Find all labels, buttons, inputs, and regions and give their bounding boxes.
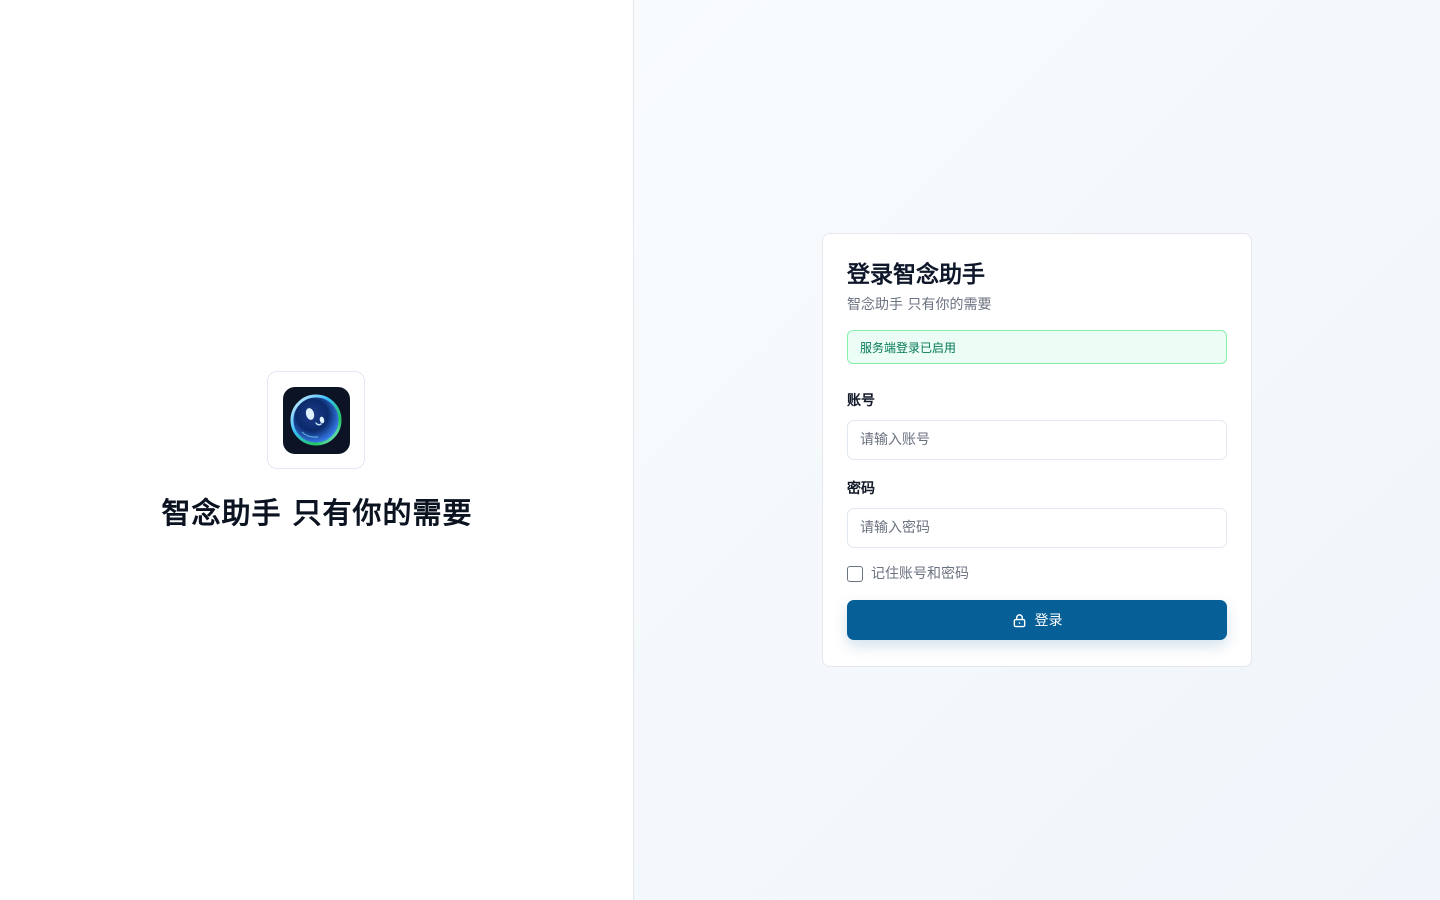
login-title: 登录智念助手 <box>847 262 985 288</box>
brand-panel: 智念助手 只有你的需要 <box>0 0 634 900</box>
login-button[interactable]: 登录 <box>847 600 1227 640</box>
login-button-label: 登录 <box>1034 613 1063 629</box>
bubble-eye-logo-icon <box>282 386 350 454</box>
remember-row[interactable]: 记住账号和密码 <box>847 566 1227 582</box>
login-panel: 登录智念助手 智念助手 只有你的需要 服务端登录已启用 账号 密码 记住账号和密… <box>634 0 1440 900</box>
lock-icon <box>1012 613 1027 628</box>
login-card: 登录智念助手 智念助手 只有你的需要 服务端登录已启用 账号 密码 记住账号和密… <box>822 233 1252 667</box>
password-input[interactable] <box>847 508 1227 548</box>
login-subtitle: 智念助手 只有你的需要 <box>847 297 992 313</box>
brand-tagline: 智念助手 只有你的需要 <box>161 496 473 530</box>
account-input[interactable] <box>847 420 1227 460</box>
account-label: 账号 <box>847 393 875 409</box>
remember-label[interactable]: 记住账号和密码 <box>871 566 969 582</box>
password-label: 密码 <box>847 481 875 497</box>
login-page: 智念助手 只有你的需要 登录智念助手 智念助手 只有你的需要 服务端登录已启用 … <box>0 0 1440 900</box>
remember-checkbox[interactable] <box>847 566 863 582</box>
app-logo <box>267 371 365 469</box>
status-alert: 服务端登录已启用 <box>847 330 1227 364</box>
